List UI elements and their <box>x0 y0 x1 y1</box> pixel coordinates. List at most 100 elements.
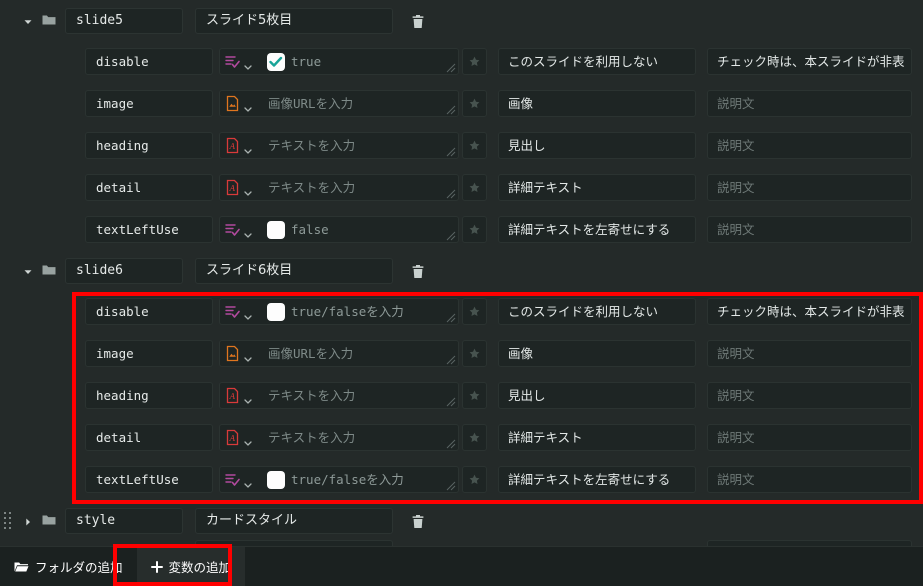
variable-title-input[interactable]: 詳細テキスト <box>498 424 696 451</box>
checkbox-unchecked[interactable] <box>267 221 285 239</box>
variable-name-input[interactable]: image <box>85 340 213 367</box>
favorite-star-icon[interactable] <box>462 466 487 493</box>
variable-description-input[interactable]: 説明文 <box>707 382 912 409</box>
variable-value-input[interactable]: テキストを入力 <box>259 382 459 409</box>
variable-value-input[interactable]: true <box>259 48 459 75</box>
variable-name-input[interactable]: heading <box>85 382 213 409</box>
variable-value-placeholder: テキストを入力 <box>268 138 356 153</box>
variable-value-input[interactable]: true/falseを入力 <box>259 298 459 325</box>
favorite-star-icon[interactable] <box>462 216 487 243</box>
add-folder-button[interactable]: フォルダの追加 <box>0 547 137 586</box>
plus-icon <box>150 560 163 573</box>
variable-name-input[interactable]: heading <box>85 132 213 159</box>
favorite-star-icon[interactable] <box>462 90 487 117</box>
variable-description-input[interactable]: 説明文 <box>707 424 912 451</box>
delete-folder-icon[interactable] <box>411 514 425 529</box>
variable-title-input[interactable]: 画像 <box>498 90 696 117</box>
checkbox-unchecked[interactable] <box>267 471 285 489</box>
favorite-star-icon[interactable] <box>462 48 487 75</box>
variable-value-input[interactable]: テキストを入力 <box>259 132 459 159</box>
variable-title-input[interactable]: 詳細テキスト <box>498 174 696 201</box>
variable-name-input[interactable]: detail <box>85 174 213 201</box>
folder-name-input[interactable]: slide6 <box>65 258 183 284</box>
caret-down-icon[interactable] <box>22 266 34 278</box>
variable-value-input[interactable]: false <box>259 216 459 243</box>
variable-description-input[interactable]: 説明文 <box>707 340 912 367</box>
variable-name-input[interactable]: textLeftUse <box>85 466 213 493</box>
favorite-star-icon[interactable] <box>462 340 487 367</box>
caret-right-icon[interactable] <box>22 516 34 528</box>
folder-name-input[interactable]: style <box>65 508 183 534</box>
variable-title-input[interactable]: 詳細テキストを左寄せにする <box>498 216 696 243</box>
resize-handle-icon[interactable] <box>446 231 456 241</box>
variable-name-input[interactable]: detail <box>85 424 213 451</box>
resize-handle-icon[interactable] <box>446 397 456 407</box>
variable-name-input[interactable]: disable <box>85 48 213 75</box>
variable-value-input[interactable]: true/falseを入力 <box>259 466 459 493</box>
variable-row: heading A テキストを入力 見出し 説明文 <box>0 128 923 162</box>
variable-value-input[interactable]: テキストを入力 <box>259 424 459 451</box>
variable-type-selector[interactable]: A <box>219 174 259 201</box>
resize-handle-icon[interactable] <box>446 481 456 491</box>
image-file-icon <box>224 95 241 112</box>
resize-handle-icon[interactable] <box>446 63 456 73</box>
variable-description-input[interactable]: チェック時は、本スライドが非表 <box>707 48 912 75</box>
variable-title-input[interactable]: このスライドを利用しない <box>498 298 696 325</box>
variable-title-input[interactable]: 見出し <box>498 132 696 159</box>
variable-type-selector[interactable]: A <box>219 382 259 409</box>
variable-name-input[interactable]: textLeftUse <box>85 216 213 243</box>
variable-description-input[interactable]: チェック時は、本スライドが非表 <box>707 298 912 325</box>
delete-folder-icon[interactable] <box>411 14 425 29</box>
variable-title-input[interactable]: 詳細テキストを左寄せにする <box>498 466 696 493</box>
delete-folder-icon[interactable] <box>411 264 425 279</box>
folder-label-input[interactable]: カードスタイル <box>195 508 393 534</box>
variable-type-selector[interactable] <box>219 340 259 367</box>
folder-row-slide5[interactable]: slide5 スライド5枚目 <box>0 4 923 38</box>
resize-handle-icon[interactable] <box>446 147 456 157</box>
variable-value-input[interactable]: 画像URLを入力 <box>259 90 459 117</box>
variable-value-input[interactable]: テキストを入力 <box>259 174 459 201</box>
chevron-down-icon <box>243 225 253 238</box>
resize-handle-icon[interactable] <box>446 355 456 365</box>
favorite-star-icon[interactable] <box>462 132 487 159</box>
variable-type-selector[interactable] <box>219 466 259 493</box>
folder-label-input[interactable]: スライド5枚目 <box>195 8 393 34</box>
variable-type-selector[interactable]: A <box>219 424 259 451</box>
variable-description-input[interactable]: 説明文 <box>707 90 912 117</box>
checkbox-unchecked[interactable] <box>267 303 285 321</box>
variable-value-input[interactable]: 画像URLを入力 <box>259 340 459 367</box>
resize-handle-icon[interactable] <box>446 189 456 199</box>
favorite-star-icon[interactable] <box>462 382 487 409</box>
folder-label-input[interactable]: スライド6枚目 <box>195 258 393 284</box>
favorite-star-icon[interactable] <box>462 298 487 325</box>
resize-handle-icon[interactable] <box>446 439 456 449</box>
favorite-star-icon[interactable] <box>462 174 487 201</box>
favorite-star-icon[interactable] <box>462 424 487 451</box>
resize-handle-icon[interactable] <box>446 313 456 323</box>
add-variable-button[interactable]: 変数の追加 <box>136 546 246 586</box>
folder-row-slide6[interactable]: slide6 スライド6枚目 <box>0 254 923 288</box>
variable-name-input[interactable]: disable <box>85 298 213 325</box>
variable-type-selector[interactable] <box>219 48 259 75</box>
checkbox-checked[interactable] <box>267 53 285 71</box>
variable-title-input[interactable]: 見出し <box>498 382 696 409</box>
folder-name-input[interactable]: slide5 <box>65 8 183 34</box>
drag-handle-icon[interactable] <box>4 511 16 529</box>
variable-row: image 画像URLを入力 画像 説明文 <box>0 86 923 120</box>
variable-type-selector[interactable] <box>219 298 259 325</box>
variable-type-selector[interactable]: A <box>219 132 259 159</box>
caret-down-icon[interactable] <box>22 16 34 28</box>
variable-row: detail A テキストを入力 詳細テキスト 説明文 <box>0 420 923 454</box>
variable-type-selector[interactable] <box>219 216 259 243</box>
variable-title-input[interactable]: このスライドを利用しない <box>498 48 696 75</box>
resize-handle-icon[interactable] <box>446 105 456 115</box>
variable-value-placeholder: テキストを入力 <box>268 180 356 195</box>
folder-row-style[interactable]: style カードスタイル <box>0 504 923 538</box>
variable-description-input[interactable]: 説明文 <box>707 466 912 493</box>
variable-title-input[interactable]: 画像 <box>498 340 696 367</box>
variable-name-input[interactable]: image <box>85 90 213 117</box>
variable-description-input[interactable]: 説明文 <box>707 132 912 159</box>
variable-type-selector[interactable] <box>219 90 259 117</box>
variable-description-input[interactable]: 説明文 <box>707 174 912 201</box>
variable-description-input[interactable]: 説明文 <box>707 216 912 243</box>
